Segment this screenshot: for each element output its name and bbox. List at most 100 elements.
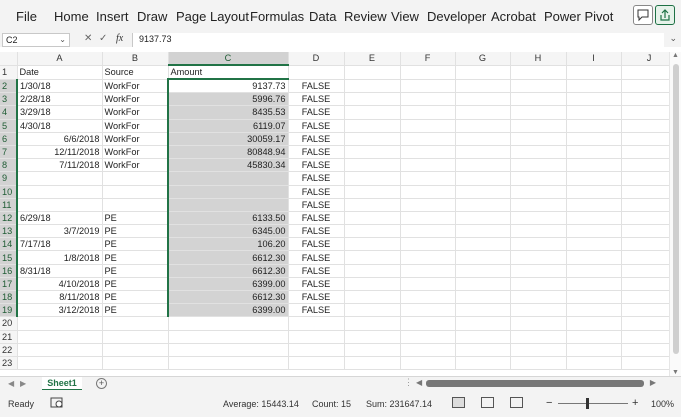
empty-cell[interactable] <box>510 79 567 94</box>
empty-cell[interactable] <box>344 198 401 212</box>
empty-cell[interactable] <box>400 224 456 239</box>
empty-cell[interactable] <box>400 158 456 173</box>
page-layout-view-icon[interactable] <box>481 397 494 408</box>
cell-a[interactable]: 1/8/2018 <box>17 250 103 265</box>
row-header[interactable]: 13 <box>0 224 18 239</box>
cell-a[interactable]: 7/11/2018 <box>17 158 103 173</box>
cell-d[interactable]: FALSE <box>288 303 345 318</box>
empty-cell[interactable] <box>344 145 401 160</box>
row-header[interactable]: 14 <box>0 237 18 252</box>
cell-b[interactable]: PE <box>102 250 169 265</box>
empty-cell[interactable] <box>344 105 401 120</box>
tab-view[interactable]: View <box>391 9 419 24</box>
column-header[interactable]: F <box>400 52 456 66</box>
tab-review[interactable]: Review <box>344 9 387 24</box>
empty-cell[interactable] <box>566 237 622 252</box>
cell-b[interactable]: PE <box>102 237 169 252</box>
empty-cell[interactable] <box>510 158 567 173</box>
empty-cell[interactable] <box>566 356 622 371</box>
empty-cell[interactable] <box>510 343 567 357</box>
row-header[interactable]: 10 <box>0 185 18 199</box>
cell-a[interactable]: 4/30/18 <box>17 119 103 133</box>
empty-cell[interactable] <box>344 185 401 199</box>
cell-a[interactable] <box>17 356 103 371</box>
row-header[interactable]: 1 <box>0 65 18 80</box>
empty-cell[interactable] <box>455 250 511 265</box>
cell-a[interactable]: 3/12/2018 <box>17 303 103 318</box>
horizontal-scrollbar[interactable]: ◀ ▶ <box>416 378 656 387</box>
scroll-down-icon[interactable]: ▼ <box>672 369 679 376</box>
empty-cell[interactable] <box>400 132 456 146</box>
cell-b[interactable]: PE <box>102 290 169 305</box>
comment-icon[interactable] <box>633 5 653 25</box>
cell-a[interactable]: 8/31/18 <box>17 264 103 278</box>
empty-cell[interactable] <box>400 65 456 80</box>
zoom-in-button[interactable]: + <box>632 397 638 409</box>
zoom-level[interactable]: 100% <box>651 399 674 409</box>
row-header[interactable]: 19 <box>0 303 18 318</box>
cell-c[interactable]: 6612.30 <box>167 264 289 278</box>
empty-cell[interactable] <box>566 224 622 239</box>
cell-a[interactable]: 6/6/2018 <box>17 132 103 146</box>
empty-cell[interactable] <box>455 264 511 278</box>
empty-cell[interactable] <box>566 65 622 80</box>
row-header[interactable]: 20 <box>0 316 18 331</box>
empty-cell[interactable] <box>400 198 456 212</box>
vertical-scroll-thumb[interactable] <box>673 64 679 354</box>
empty-cell[interactable] <box>510 224 567 239</box>
cell-d[interactable] <box>288 65 345 80</box>
empty-cell[interactable] <box>566 290 622 305</box>
empty-cell[interactable] <box>455 211 511 226</box>
row-header[interactable]: 12 <box>0 211 18 226</box>
empty-cell[interactable] <box>566 105 622 120</box>
empty-cell[interactable] <box>344 250 401 265</box>
formula-input[interactable]: 9137.73 <box>132 33 664 47</box>
row-header[interactable]: 22 <box>0 343 18 357</box>
cell-a[interactable]: 6/29/18 <box>17 211 103 226</box>
cell-c[interactable]: Amount <box>168 65 289 80</box>
empty-cell[interactable] <box>400 185 456 199</box>
more-options-icon[interactable]: ⋮ <box>404 377 413 388</box>
vertical-scrollbar[interactable]: ▲ ▼ <box>669 52 681 376</box>
empty-cell[interactable] <box>400 105 456 120</box>
cell-d[interactable]: FALSE <box>288 224 345 239</box>
cell-c[interactable]: 8435.53 <box>167 105 289 120</box>
column-header[interactable]: I <box>566 52 622 66</box>
cell-b[interactable] <box>102 316 169 331</box>
empty-cell[interactable] <box>566 264 622 278</box>
empty-cell[interactable] <box>455 316 511 331</box>
cell-b[interactable]: WorkFor <box>102 105 169 120</box>
cell-b[interactable]: Source <box>102 65 169 80</box>
tab-draw[interactable]: Draw <box>137 9 167 24</box>
empty-cell[interactable] <box>455 185 511 199</box>
empty-cell[interactable] <box>344 211 401 226</box>
empty-cell[interactable] <box>400 303 456 318</box>
empty-cell[interactable] <box>455 237 511 252</box>
select-all-corner[interactable] <box>0 52 18 66</box>
cell-a[interactable]: Date <box>17 65 103 80</box>
row-header[interactable]: 18 <box>0 290 18 305</box>
empty-cell[interactable] <box>344 158 401 173</box>
empty-cell[interactable] <box>510 92 567 107</box>
row-header[interactable]: 21 <box>0 330 18 344</box>
empty-cell[interactable] <box>566 198 622 212</box>
cell-d[interactable]: FALSE <box>288 158 345 173</box>
cell-d[interactable]: FALSE <box>288 145 345 160</box>
cell-d[interactable]: FALSE <box>288 237 345 252</box>
empty-cell[interactable] <box>400 211 456 226</box>
empty-cell[interactable] <box>400 316 456 331</box>
macro-record-icon[interactable] <box>50 396 64 411</box>
empty-cell[interactable] <box>566 277 622 292</box>
empty-cell[interactable] <box>510 65 567 80</box>
prev-sheet-icon[interactable]: ◀ <box>8 379 14 388</box>
cell-a[interactable]: 4/10/2018 <box>17 277 103 292</box>
empty-cell[interactable] <box>400 250 456 265</box>
sheet-tab-active[interactable]: Sheet1 <box>42 377 82 391</box>
expand-formula-bar-icon[interactable]: ⌄ <box>669 33 677 44</box>
tab-page-layout[interactable]: Page Layout <box>176 9 249 24</box>
empty-cell[interactable] <box>344 303 401 318</box>
empty-cell[interactable] <box>566 132 622 146</box>
empty-cell[interactable] <box>400 79 456 94</box>
status-sum[interactable]: Sum: 231647.14 <box>366 399 432 409</box>
empty-cell[interactable] <box>455 171 511 186</box>
